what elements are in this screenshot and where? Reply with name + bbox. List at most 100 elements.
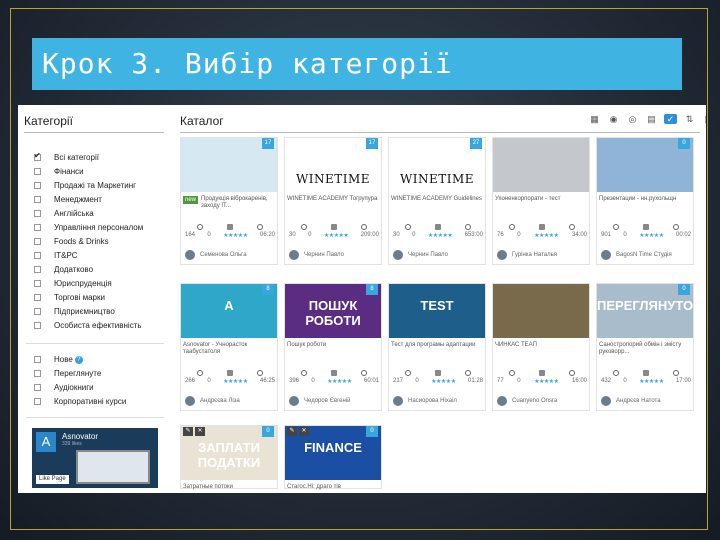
eye-icon[interactable]: ◉ xyxy=(607,114,620,124)
course-author[interactable]: Чернин Павло xyxy=(289,250,344,260)
category-item[interactable]: Особиста ефективність xyxy=(34,319,142,332)
category-item[interactable]: Foods & Drinks xyxy=(34,235,109,248)
category-checkbox[interactable] xyxy=(34,182,41,189)
rating-stars[interactable]: ★★★★★ xyxy=(639,232,664,239)
course-author[interactable]: Cuanyeno Onsra xyxy=(497,396,557,406)
duration: 60:01 xyxy=(363,378,379,384)
course-author[interactable]: Насиорова Ніхаіл xyxy=(393,396,457,406)
help-icon[interactable]: ? xyxy=(74,355,83,364)
course-card[interactable]: ЧИНКАС ТЕАП 77 0 ★★★★★ 16:00 Cuanyeno Onsra xyxy=(492,283,590,411)
category-checkbox[interactable] xyxy=(34,280,41,287)
category-item[interactable]: Всі категорії xyxy=(34,151,99,164)
views-icon xyxy=(613,370,619,376)
course-title[interactable]: Саностропорий обмін і змісту руковорр... xyxy=(599,342,691,356)
course-card[interactable]: 17 new Продукція віброкаренів, заходу IT..… xyxy=(180,137,278,265)
delete-icon[interactable]: ✕ xyxy=(299,427,309,436)
course-author[interactable]: Гурінка Наталья xyxy=(497,250,557,260)
like-page-button[interactable]: Like Page xyxy=(36,475,69,484)
filter-checkbox[interactable] xyxy=(34,398,41,405)
course-card[interactable]: WINETIME 17 WINETIME ACADEMY Тогрупура 30 0 ★… xyxy=(284,137,382,265)
category-item[interactable]: Юриспруденція xyxy=(34,277,112,290)
category-item[interactable]: Управління персоналом xyxy=(34,221,143,234)
course-card[interactable]: TEST Тест для програмы адаптации 217 0 ★★★★★… xyxy=(388,283,486,411)
category-checkbox[interactable] xyxy=(34,210,41,217)
category-item[interactable]: Підприємництво xyxy=(34,305,115,318)
course-thumbnail[interactable] xyxy=(493,138,589,192)
course-title[interactable]: Тест для програмы адаптации xyxy=(391,342,483,349)
course-card[interactable]: WINETIME 27 WINETIME ACADEMY Guidelines 30 0… xyxy=(388,137,486,265)
rating-stars[interactable]: ★★★★★ xyxy=(223,232,248,239)
facebook-ad-banner[interactable]: A Asnovator 339 likes Like Page xyxy=(32,428,158,488)
category-item[interactable]: IT&PC xyxy=(34,249,78,262)
course-author[interactable]: Чедоров Євгеній xyxy=(289,396,350,406)
course-title[interactable]: Asnovator - Учнорасток таабустатоля xyxy=(183,342,275,356)
course-card[interactable]: ЗАПЛАТИ ПОДАТКИ ✎ ✕ 0 Затратные потоки xyxy=(180,425,278,491)
course-stats: 76 0 ★★★★★ 34:00 xyxy=(497,224,587,239)
category-checkbox[interactable] xyxy=(34,224,41,231)
check-icon[interactable]: ✓ xyxy=(664,114,677,124)
course-title[interactable]: WINETIME ACADEMY Guidelines xyxy=(391,196,483,203)
course-title[interactable]: Пошук роботи xyxy=(287,342,379,349)
rating-stars[interactable]: ★★★★★ xyxy=(534,378,559,385)
filter-item[interactable]: Корпоративні курси xyxy=(34,395,126,408)
filter-checkbox[interactable] xyxy=(34,370,41,377)
course-author[interactable]: Андрєєва Ліза xyxy=(185,396,240,406)
ad-likes-count: 339 likes xyxy=(62,441,82,447)
rating-stars[interactable]: ★★★★★ xyxy=(639,378,664,385)
rating-stars[interactable]: ★★★★★ xyxy=(534,232,559,239)
filter-item[interactable]: Аудіокниги xyxy=(34,381,94,394)
course-title[interactable]: Продукція віброкаренів, заходу IT... xyxy=(201,196,275,210)
course-title[interactable]: Затратные потоки xyxy=(183,484,275,491)
course-title[interactable]: WINETIME ACADEMY Тогрупура xyxy=(287,196,379,203)
rating-stars[interactable]: ★★★★★ xyxy=(327,378,352,385)
course-title[interactable]: Презентации - нн.рухольщн xyxy=(599,196,691,203)
filter-checkbox[interactable] xyxy=(34,356,41,363)
category-item[interactable]: Продажі та Маркетинг xyxy=(34,179,136,192)
course-card[interactable]: Ухоненкорпорати - тест 76 0 ★★★★★ 34:00 Гурін… xyxy=(492,137,590,265)
category-item[interactable]: Англійська xyxy=(34,207,94,220)
category-checkbox[interactable] xyxy=(34,196,41,203)
category-checkbox[interactable] xyxy=(34,308,41,315)
course-card[interactable]: A 8 Asnovator - Учнорасток таабустатоля 266… xyxy=(180,283,278,411)
course-card[interactable]: 0 Презентации - нн.рухольщн 901 0 ★★★★★ 00:02… xyxy=(596,137,694,265)
course-author[interactable]: Семенова Ольга xyxy=(185,250,247,260)
rating-stars[interactable]: ★★★★★ xyxy=(428,232,453,239)
rating-stars[interactable]: ★★★★★ xyxy=(324,232,349,239)
rating-stars[interactable]: ★★★★★ xyxy=(431,378,456,385)
card-badge: 0 xyxy=(678,284,690,295)
delete-icon[interactable]: ✕ xyxy=(195,427,205,436)
course-title[interactable]: Стагос.Ні: драго тів xyxy=(287,484,379,491)
sort-icon[interactable]: ⇅ xyxy=(683,114,696,124)
category-checkbox[interactable] xyxy=(34,151,41,161)
course-title[interactable]: ЧИНКАС ТЕАП xyxy=(495,342,587,349)
category-checkbox[interactable] xyxy=(34,238,41,245)
filter-checkbox[interactable] xyxy=(34,384,41,391)
clipboard-icon[interactable]: ▤ xyxy=(645,114,658,124)
course-thumbnail[interactable] xyxy=(493,284,589,338)
eye-off-icon[interactable]: ◎ xyxy=(626,114,639,124)
category-item[interactable]: Торгові марки xyxy=(34,291,105,304)
course-card[interactable]: ПЕРЕГЛЯНУТО 0 Саностропорий обмін і змісту… xyxy=(596,283,694,411)
course-card[interactable]: ПОШУК РОБОТИ 8 Пошук роботи 396 0 ★★★★★ 60:01 Ч… xyxy=(284,283,382,411)
course-author[interactable]: Андрєєв Натота xyxy=(601,396,661,406)
category-item[interactable]: Фінанси xyxy=(34,165,84,178)
category-item[interactable]: Додатково xyxy=(34,263,93,276)
category-checkbox[interactable] xyxy=(34,294,41,301)
rating-stars[interactable]: ★★★★★ xyxy=(223,378,248,385)
edit-icon[interactable]: ✎ xyxy=(287,427,297,436)
course-thumbnail[interactable]: TEST xyxy=(389,284,485,338)
category-checkbox[interactable] xyxy=(34,252,41,259)
edit-icon[interactable]: ✎ xyxy=(183,427,193,436)
filter-item[interactable]: Нове? xyxy=(34,353,83,366)
course-card[interactable]: FINANCE ✎ ✕ 0 Стагос.Ні: драго тів xyxy=(284,425,382,491)
category-item[interactable]: Менеджмент xyxy=(34,193,102,206)
filter-item[interactable]: Переглянуте xyxy=(34,367,101,380)
course-author[interactable]: Чернин Павло xyxy=(393,250,448,260)
grid-icon[interactable]: ▥ xyxy=(702,114,706,124)
course-title[interactable]: Ухоненкорпорати - тест xyxy=(495,196,587,203)
category-checkbox[interactable] xyxy=(34,168,41,175)
category-checkbox[interactable] xyxy=(34,266,41,273)
calendar-icon[interactable]: ▦ xyxy=(588,114,601,124)
course-author[interactable]: BagosN Time Студія xyxy=(601,250,672,260)
category-checkbox[interactable] xyxy=(34,322,41,329)
